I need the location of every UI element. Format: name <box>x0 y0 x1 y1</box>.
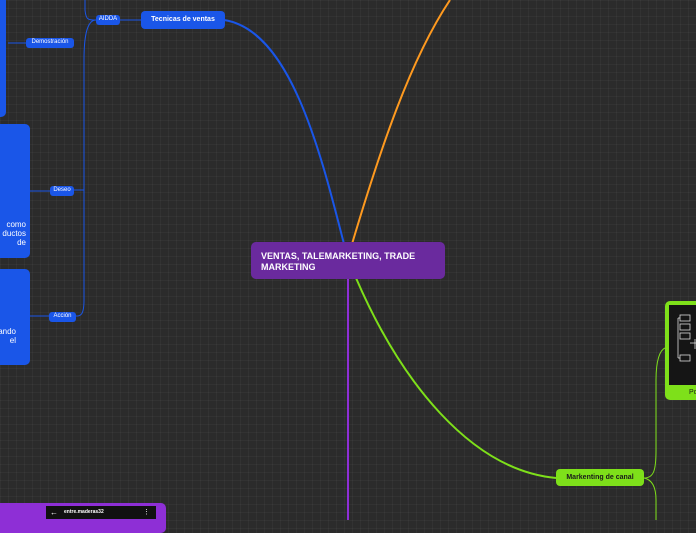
orange-branch-line <box>351 0 451 245</box>
demostracion-label: Demostración <box>31 39 69 45</box>
node-tecnicas-de-ventas[interactable]: Tecnicas de ventas <box>141 11 225 29</box>
flowchart-icon <box>677 314 696 362</box>
flowchart-image <box>669 305 696 385</box>
aidda-up-connector <box>84 0 97 21</box>
back-arrow-icon[interactable]: ← <box>50 506 58 519</box>
deseo-text-line-2: ductos <box>2 229 26 238</box>
tecnicas-label: Tecnicas de ventas <box>151 16 215 23</box>
green-up-connector <box>643 347 666 479</box>
node-accion[interactable]: Acción <box>49 312 76 322</box>
node-markenting-de-canal[interactable]: Markenting de canal <box>556 469 644 486</box>
deseo-label: Deseo <box>53 187 71 193</box>
accion-label: Acción <box>53 313 72 319</box>
central-topic-label: VENTAS, TALEMARKETING, TRADE MARKETING <box>261 251 416 272</box>
markenting-label: Markenting de canal <box>566 474 634 481</box>
demostracion-detail-card[interactable] <box>0 0 6 117</box>
node-demostracion[interactable]: Demostración <box>26 38 74 48</box>
embedded-screenshot-bar: ← entre.maderas32 ⋮ <box>46 506 156 519</box>
accion-detail-card[interactable]: ando el <box>0 269 30 365</box>
purple-bar-title: entre.maderas32 <box>64 509 104 515</box>
accion-text-line-1: ando <box>0 327 16 336</box>
green-down-connector <box>643 477 657 520</box>
blue-branch-line <box>223 19 345 245</box>
accion-text-line-2: el <box>9 336 16 345</box>
purple-bottom-card[interactable]: ← entre.maderas32 ⋮ <box>0 503 166 533</box>
deseo-text-line-1: como <box>6 220 26 229</box>
node-aidda[interactable]: AIDDA <box>96 15 120 25</box>
central-topic[interactable]: VENTAS, TALEMARKETING, TRADE MARKETING <box>251 242 445 279</box>
green-branch-line <box>355 277 557 479</box>
green-image-card[interactable]: Po <box>665 301 696 400</box>
deseo-text-line-3: de <box>17 238 26 247</box>
deseo-detail-card[interactable]: como ductos de <box>0 124 30 258</box>
node-deseo[interactable]: Deseo <box>50 186 74 196</box>
more-vert-icon[interactable]: ⋮ <box>143 506 150 519</box>
aidda-down-connector <box>75 19 97 317</box>
green-card-label: Po <box>689 389 696 396</box>
aidda-label: AIDDA <box>98 16 118 22</box>
